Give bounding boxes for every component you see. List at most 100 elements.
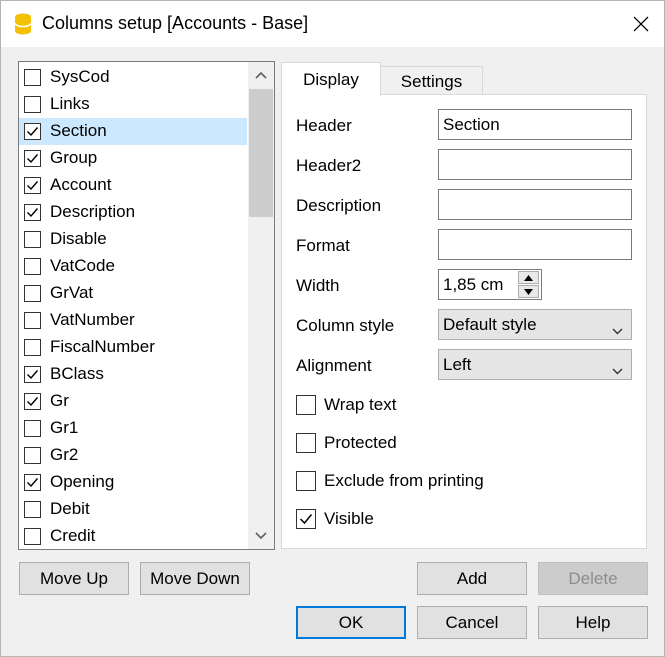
list-item[interactable]: Debit xyxy=(19,496,247,523)
list-item-checkbox[interactable] xyxy=(24,177,41,194)
list-item-label: SysCod xyxy=(50,67,110,86)
list-item-checkbox[interactable] xyxy=(24,285,41,302)
move-up-button[interactable]: Move Up xyxy=(19,562,129,595)
checkbox-box[interactable] xyxy=(296,509,316,529)
list-item[interactable]: Gr2 xyxy=(19,442,247,469)
list-item[interactable]: Links xyxy=(19,91,247,118)
list-item[interactable]: Account xyxy=(19,172,247,199)
close-icon[interactable] xyxy=(618,1,664,47)
list-item-label: Group xyxy=(50,148,98,167)
list-item-label: VatNumber xyxy=(50,310,135,329)
columns-setup-dialog: Columns setup [Accounts - Base] SysCod Li… xyxy=(0,0,665,657)
chevron-down-icon xyxy=(612,360,623,380)
list-item[interactable]: Gr xyxy=(19,388,247,415)
list-item[interactable]: Credit xyxy=(19,523,247,549)
list-item[interactable]: Section xyxy=(19,118,247,145)
scrollbar-thumb[interactable] xyxy=(249,89,273,217)
tab-display[interactable]: Display xyxy=(281,62,381,96)
header-label: Header xyxy=(296,116,352,135)
alignment-label: Alignment xyxy=(296,356,372,375)
list-item-checkbox[interactable] xyxy=(24,69,41,86)
help-button[interactable]: Help xyxy=(538,606,648,639)
list-item[interactable]: GrVat xyxy=(19,280,247,307)
list-item-checkbox[interactable] xyxy=(24,258,41,275)
list-item-checkbox[interactable] xyxy=(24,231,41,248)
move-down-button[interactable]: Move Down xyxy=(140,562,250,595)
checkbox-box[interactable] xyxy=(296,433,316,453)
format-label: Format xyxy=(296,236,350,255)
spin-down-icon[interactable] xyxy=(518,285,539,298)
list-item-checkbox[interactable] xyxy=(24,393,41,410)
list-item-label: Gr xyxy=(50,391,69,410)
list-item-checkbox[interactable] xyxy=(24,420,41,437)
alignment-value: Left xyxy=(443,355,472,374)
list-item-checkbox[interactable] xyxy=(24,123,41,140)
list-item[interactable]: Opening xyxy=(19,469,247,496)
ok-button[interactable]: OK xyxy=(296,606,406,639)
list-item-label: Gr1 xyxy=(50,418,79,437)
header-value: Section xyxy=(443,115,500,134)
delete-button[interactable]: Delete xyxy=(538,562,648,595)
list-item[interactable]: FiscalNumber xyxy=(19,334,247,361)
checkbox-box[interactable] xyxy=(296,471,316,491)
exclude-from-printing-label: Exclude from printing xyxy=(324,471,484,490)
list-item[interactable]: VatNumber xyxy=(19,307,247,334)
wrap-text-label: Wrap text xyxy=(324,395,397,414)
width-label: Width xyxy=(296,276,340,295)
chevron-down-icon xyxy=(612,320,623,340)
list-item-label: Disable xyxy=(50,229,107,248)
checkbox-box[interactable] xyxy=(296,395,316,415)
list-item-checkbox[interactable] xyxy=(24,366,41,383)
add-button[interactable]: Add xyxy=(417,562,527,595)
list-item-label: Account xyxy=(50,175,112,194)
header2-field[interactable] xyxy=(438,149,632,180)
list-item-label: Links xyxy=(50,94,90,113)
header2-label: Header2 xyxy=(296,156,362,175)
scroll-down-icon[interactable] xyxy=(248,523,274,549)
list-item-checkbox[interactable] xyxy=(24,447,41,464)
list-item-checkbox[interactable] xyxy=(24,528,41,545)
cancel-button[interactable]: Cancel xyxy=(417,606,527,639)
banana-db-icon xyxy=(14,13,32,35)
title-bar: Columns setup [Accounts - Base] xyxy=(1,1,664,47)
list-item[interactable]: VatCode xyxy=(19,253,247,280)
visible-label: Visible xyxy=(324,509,374,528)
list-item-checkbox[interactable] xyxy=(24,150,41,167)
width-value: 1,85 cm xyxy=(443,275,504,294)
tab-settings[interactable]: Settings xyxy=(380,66,483,96)
list-item-checkbox[interactable] xyxy=(24,474,41,491)
list-item[interactable]: Disable xyxy=(19,226,247,253)
list-item-label: Gr2 xyxy=(50,445,79,464)
columns-list[interactable]: SysCod Links Section Group Account Descriptio… xyxy=(18,61,275,550)
list-item[interactable]: Description xyxy=(19,199,247,226)
list-item-checkbox[interactable] xyxy=(24,312,41,329)
list-item-label: GrVat xyxy=(50,283,94,302)
list-item[interactable]: SysCod xyxy=(19,64,247,91)
header-field[interactable]: Section xyxy=(438,109,632,140)
column-style-label: Column style xyxy=(296,316,395,335)
scroll-up-icon[interactable] xyxy=(248,62,274,88)
list-item-label: VatCode xyxy=(50,256,115,275)
column-style-select[interactable]: Default style xyxy=(438,309,632,340)
list-item-label: FiscalNumber xyxy=(50,337,155,356)
list-item-checkbox[interactable] xyxy=(24,96,41,113)
list-item-label: Section xyxy=(50,121,107,140)
list-scrollbar[interactable] xyxy=(248,62,274,549)
list-item-label: BClass xyxy=(50,364,104,383)
alignment-select[interactable]: Left xyxy=(438,349,632,380)
list-item-label: Opening xyxy=(50,472,115,491)
window-title: Columns setup [Accounts - Base] xyxy=(42,13,309,33)
spin-up-icon[interactable] xyxy=(518,271,539,284)
description-field[interactable] xyxy=(438,189,632,220)
width-spinbox[interactable]: 1,85 cm xyxy=(438,269,542,300)
list-item-checkbox[interactable] xyxy=(24,501,41,518)
column-style-value: Default style xyxy=(443,315,537,334)
list-item-checkbox[interactable] xyxy=(24,204,41,221)
list-item[interactable]: BClass xyxy=(19,361,247,388)
protected-label: Protected xyxy=(324,433,397,452)
format-field[interactable] xyxy=(438,229,632,260)
list-item-checkbox[interactable] xyxy=(24,339,41,356)
description-label: Description xyxy=(296,196,382,215)
list-item[interactable]: Group xyxy=(19,145,247,172)
list-item[interactable]: Gr1 xyxy=(19,415,247,442)
